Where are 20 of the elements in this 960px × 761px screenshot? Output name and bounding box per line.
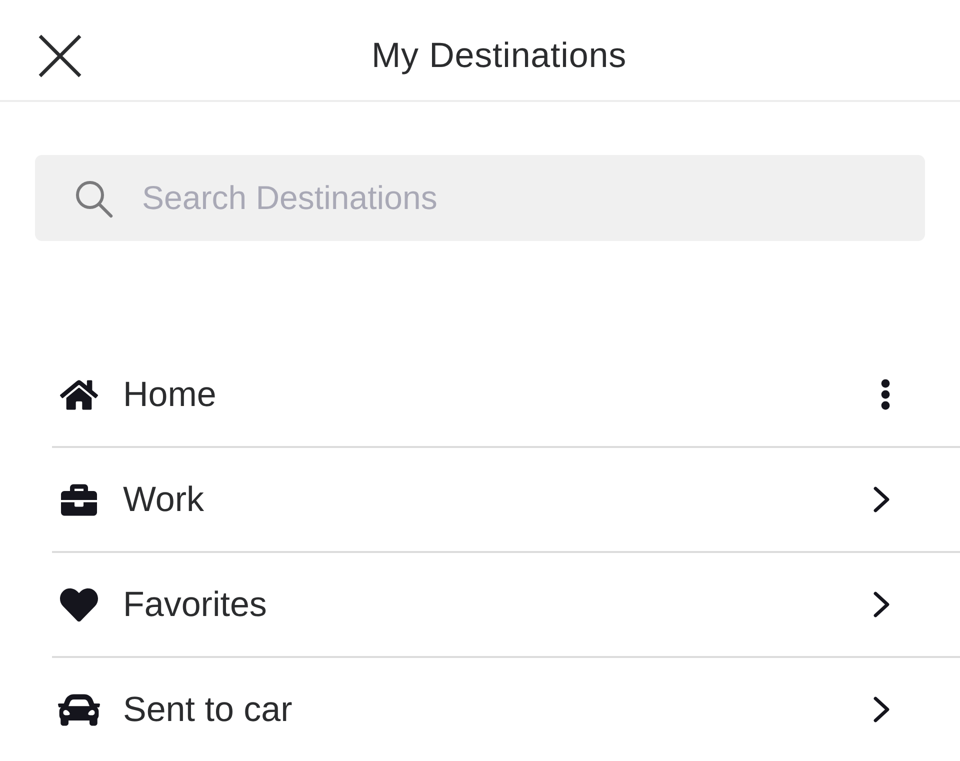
destination-item[interactable]: Favorites xyxy=(52,553,960,658)
destination-label: Home xyxy=(123,374,216,414)
close-button[interactable] xyxy=(38,34,82,78)
destination-label: Favorites xyxy=(123,584,267,624)
chevron-right-icon xyxy=(873,591,890,618)
destination-item[interactable]: Work xyxy=(52,448,960,553)
page-title: My Destinations xyxy=(372,36,626,76)
briefcase-icon xyxy=(61,482,97,518)
destination-item[interactable]: Sent to car xyxy=(52,658,960,761)
chevron-right-icon xyxy=(873,486,890,513)
chevron-right-icon xyxy=(873,696,890,723)
search-field[interactable]: Search Destinations xyxy=(35,155,925,241)
close-icon xyxy=(38,34,82,78)
search-icon xyxy=(75,180,113,218)
destination-item[interactable]: Home xyxy=(52,343,960,448)
destination-label: Sent to car xyxy=(123,690,292,730)
more-icon xyxy=(881,379,890,410)
destination-label: Work xyxy=(123,480,204,520)
heart-icon xyxy=(60,586,98,624)
more-button[interactable] xyxy=(881,379,890,410)
